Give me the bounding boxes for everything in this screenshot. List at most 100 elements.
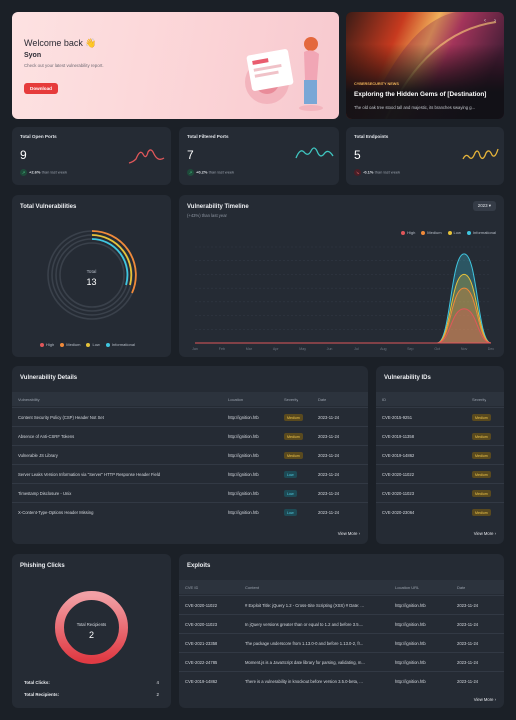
- table-header: ID Severity: [376, 392, 504, 406]
- card-title: Vulnerability Details: [20, 375, 78, 381]
- card-title: Phishing Clicks: [20, 563, 65, 569]
- sparkline-icon: [295, 147, 334, 159]
- severity-badge: Medium: [472, 452, 491, 459]
- col-header: Date: [457, 585, 466, 590]
- table-row[interactable]: Server Leaks Version Information via "Se…: [12, 464, 368, 483]
- total-clicks-value: 4: [156, 680, 159, 685]
- severity-badge: Medium: [284, 452, 303, 459]
- exploit-content-cell: Moment.js is a JavaScript date library f…: [245, 660, 365, 665]
- exploit-content-cell: There is a vulnerability in knockout bef…: [245, 679, 363, 684]
- welcome-greeting: Welcome back 👋: [24, 38, 97, 48]
- table-row[interactable]: CVE-2022-24785 Moment.js is a JavaScript …: [179, 652, 504, 671]
- date-cell: 2023-11-24: [318, 491, 340, 496]
- view-more-button[interactable]: View More ›: [474, 531, 496, 536]
- donut-center-value: 13: [86, 277, 97, 287]
- news-next-button[interactable]: ›: [494, 18, 496, 24]
- date-cell: 2023-11-24: [457, 603, 479, 608]
- location-cell: http://ignition.htb: [228, 415, 259, 420]
- news-image-icon: [346, 12, 504, 119]
- view-more-button[interactable]: View More ›: [338, 531, 360, 536]
- donut-center-label: Total: [86, 269, 97, 274]
- table-row[interactable]: CVE-2019-14862 There is a vulnerability i…: [179, 671, 504, 690]
- col-header: Location URL: [395, 585, 420, 590]
- vulnerability-timeline-card: Vulnerability Timeline (+43%) than last …: [179, 195, 504, 357]
- illustration-icon: [245, 37, 323, 111]
- severity-badge: Medium: [472, 471, 491, 478]
- severity-badge: Medium: [284, 433, 303, 440]
- vulnerability-name: Server Leaks Version Information via "Se…: [18, 472, 161, 477]
- location-cell: http://ignition.htb: [395, 603, 426, 608]
- vulnerability-name: Vulnerable JS Library: [18, 453, 58, 458]
- date-cell: 2023-11-24: [318, 434, 340, 439]
- date-cell: 2023-11-24: [457, 641, 479, 646]
- table-row[interactable]: CVE-2020-23064 Medium: [376, 502, 504, 521]
- stat-card-filtered-ports: Total Filtered Ports 7 ↗ +0.2% than last …: [179, 127, 339, 185]
- news-prev-button[interactable]: ‹: [484, 18, 486, 24]
- table-row[interactable]: CVE-2020-11023 Medium: [376, 483, 504, 502]
- cve-id-cell: CVE-2022-24785: [185, 660, 218, 665]
- table-row[interactable]: X-Content-Type-Options Header Missing htt…: [12, 502, 368, 521]
- severity-badge: Medium: [472, 433, 491, 440]
- table-row[interactable]: Absence of Anti-CSRF Tokens http://igniti…: [12, 426, 368, 445]
- location-cell: http://ignition.htb: [395, 641, 426, 646]
- total-clicks-label: Total Clicks:: [24, 680, 50, 685]
- x-tick-label: Oct: [434, 347, 440, 351]
- news-title[interactable]: Exploring the Hidden Gems of [Destinatio…: [354, 91, 486, 98]
- table-row[interactable]: CVE-2020-11022 Medium: [376, 464, 504, 483]
- exploits-card: Exploits CVE ID Content Location URL Dat…: [179, 554, 504, 708]
- severity-badge: Medium: [472, 509, 491, 516]
- legend-item: Informational: [105, 342, 135, 347]
- trend-up-icon: ↗: [20, 169, 27, 176]
- phishing-clicks-card: Phishing Clicks Total Recipients 2 Total…: [12, 554, 171, 708]
- total-vulnerabilities-card: Total Vulnerabilities Total 13 High Medi…: [12, 195, 171, 357]
- location-cell: http://ignition.htb: [395, 679, 426, 684]
- x-tick-label: May: [299, 347, 306, 351]
- table-row[interactable]: CVE-2015-9251 Medium: [376, 407, 504, 426]
- cve-id-cell: CVE-2020-11022: [185, 603, 218, 608]
- stat-card-endpoints: Total Endpoints 5 ↘ -0.1% than last week: [346, 127, 504, 185]
- stat-label: Total Endpoints: [354, 134, 389, 139]
- x-tick-label: Aug: [380, 347, 386, 351]
- table-row[interactable]: CVE-2019-11358 Medium: [376, 426, 504, 445]
- col-header: Location: [228, 397, 244, 402]
- severity-badge: Medium: [472, 414, 491, 421]
- ring-center-value: 2: [88, 630, 94, 640]
- phishing-ring-chart: [55, 591, 128, 664]
- sparkline-icon: [462, 148, 499, 160]
- col-header: Vulnerability: [18, 397, 40, 402]
- vulnerability-name: Timestamp Disclosure - Unix: [18, 491, 72, 496]
- location-cell: http://ignition.htb: [395, 660, 426, 665]
- stat-label: Total Filtered Ports: [187, 134, 229, 139]
- table-row[interactable]: CVE-2019-14862 Medium: [376, 445, 504, 464]
- date-cell: 2023-11-24: [318, 510, 340, 515]
- exploit-content-cell: # Exploit Title: jQuery 1.2 - Cross-Site…: [245, 603, 364, 608]
- total-recipients-label: Total Recipients:: [24, 692, 60, 697]
- vulnerability-name: Absence of Anti-CSRF Tokens: [18, 434, 75, 439]
- sparkline-icon: [128, 149, 165, 164]
- welcome-card: Welcome back 👋 Syon Check out your lates…: [12, 12, 339, 119]
- vulnerability-name: Content Security Policy (CSP) Header Not…: [18, 415, 104, 420]
- table-row[interactable]: Vulnerable JS Library http://ignition.htb…: [12, 445, 368, 464]
- date-cell: 2023-11-24: [318, 472, 340, 477]
- table-row[interactable]: Timestamp Disclosure - Unix http://igniti…: [12, 483, 368, 502]
- news-card[interactable]: ‹ › CYBERSECURITY NEWS Exploring the Hid…: [346, 12, 504, 119]
- welcome-name: Syon: [24, 52, 42, 59]
- x-tick-label: Dec: [488, 347, 495, 351]
- cve-id-cell: CVE-2020-11023: [185, 622, 218, 627]
- cve-id-cell: CVE-2019-11358: [382, 434, 415, 439]
- table-row[interactable]: CVE-2020-11022 # Exploit Title: jQuery 1.…: [179, 595, 504, 614]
- cve-id-cell: CVE-2020-11023: [382, 491, 415, 496]
- cve-id-cell: CVE-2021-23358: [185, 641, 218, 646]
- table-header: CVE ID Content Location URL Date: [179, 580, 504, 594]
- cve-id-cell: CVE-2019-14862: [185, 679, 218, 684]
- download-button[interactable]: Download: [24, 83, 58, 94]
- view-more-button[interactable]: View More ›: [474, 697, 496, 702]
- table-row[interactable]: CVE-2021-23358 The package underscore fro…: [179, 633, 504, 652]
- table-row[interactable]: Content Security Policy (CSP) Header Not…: [12, 407, 368, 426]
- x-tick-label: Jun: [327, 347, 333, 351]
- table-row[interactable]: CVE-2020-11023 In jQuery versions greater…: [179, 614, 504, 633]
- location-cell: http://ignition.htb: [228, 434, 259, 439]
- trend-down-icon: ↘: [354, 169, 361, 176]
- date-cell: 2023-11-24: [318, 415, 340, 420]
- severity-badge: Medium: [472, 490, 491, 497]
